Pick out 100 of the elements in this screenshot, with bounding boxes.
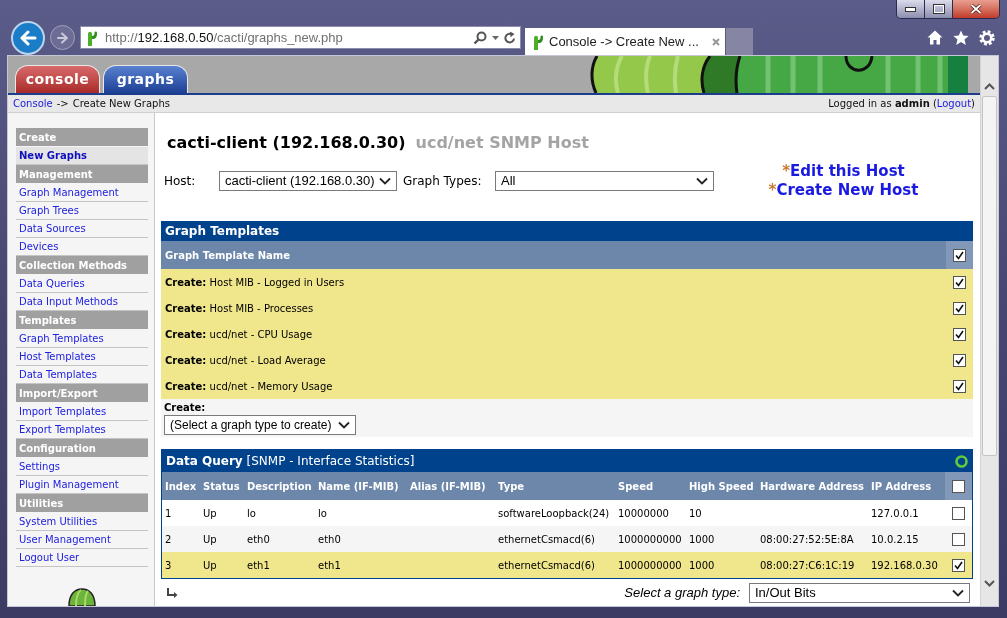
checkbox[interactable] — [953, 327, 966, 341]
host-select[interactable]: cacti-client (192.168.0.30) — [219, 171, 397, 191]
scrollbar-thumb[interactable] — [982, 96, 997, 456]
table-cell-text: Create: Host MIB - Processes — [164, 301, 315, 316]
column-header: Type — [497, 479, 526, 494]
sidebar-link[interactable]: Graph Management — [16, 184, 148, 202]
filter-label: Graph Types: — [402, 173, 483, 190]
table-cell-text: 10.0.2.15 — [870, 532, 920, 547]
minimize-icon — [905, 6, 916, 12]
cactus-icon — [531, 33, 545, 50]
edit-host-link[interactable]: *Edit this Host — [782, 162, 905, 181]
column-header: Status — [202, 479, 241, 494]
header-tab[interactable]: console — [15, 65, 100, 93]
table-cell-text: 1 — [164, 506, 173, 521]
column-header: Description — [246, 479, 313, 494]
table-cell-text: 10000000 — [617, 506, 670, 521]
table-cell-text: 127.0.0.1 — [870, 506, 920, 521]
corner-arrow-icon — [166, 587, 178, 599]
header-tab[interactable]: graphs — [103, 65, 188, 93]
search-icon[interactable] — [473, 30, 487, 45]
close-button[interactable] — [953, 0, 999, 18]
create-host-link[interactable]: *Create New Host — [768, 181, 919, 200]
sidebar-link[interactable]: Data Sources — [16, 220, 148, 238]
table-cell-text: eth0 — [317, 532, 342, 547]
filter-label: Host: — [164, 173, 197, 190]
table-cell-text: 1000000000 — [617, 558, 683, 573]
breadcrumb-current: Create New Graphs — [72, 97, 170, 111]
star-icon[interactable] — [953, 29, 969, 46]
address-field[interactable]: http://192.168.0.50/cacti/graphs_new.php — [80, 26, 521, 49]
host-title: cacti-client (192.168.0.30) — [167, 132, 406, 154]
sidebar-link[interactable]: New Graphs — [16, 147, 148, 165]
home-icon[interactable] — [927, 30, 943, 45]
close-icon — [970, 4, 982, 14]
sidebar-section-header: Utilities — [16, 494, 148, 512]
column-header: Index — [164, 479, 198, 494]
login-status: Logged in as admin (Logout) — [828, 97, 975, 111]
sidebar-section-header: Management — [16, 165, 148, 183]
checkbox[interactable] — [952, 558, 965, 572]
table-cell-text: 2 — [164, 532, 173, 547]
refresh-icon[interactable] — [504, 31, 516, 44]
graph-types-select[interactable]: All — [495, 171, 714, 191]
checkbox[interactable] — [952, 506, 965, 520]
table-cell-text: 1000000000 — [617, 532, 683, 547]
checkbox[interactable] — [953, 379, 966, 393]
column-header: IP Address — [870, 479, 933, 494]
table-cell-text: Create: Host MIB - Logged in Users — [164, 275, 346, 290]
sidebar-link[interactable]: Graph Templates — [16, 330, 148, 348]
table-title-bar: Graph Templates — [161, 221, 973, 241]
ring-icon[interactable] — [955, 454, 968, 468]
sidebar-link[interactable]: Import Templates — [16, 403, 148, 421]
chevron-down-icon — [696, 177, 708, 185]
sidebar-link[interactable]: Data Queries — [16, 275, 148, 293]
sidebar-section-header: Import/Export — [16, 384, 148, 402]
table-cell-text: Up — [202, 532, 218, 547]
caret-down-icon[interactable] — [492, 35, 499, 40]
breadcrumb-link[interactable]: Console — [13, 96, 53, 111]
settings-icon[interactable] — [979, 29, 995, 46]
table-cell-text: Create: ucd/net - Memory Usage — [164, 379, 334, 394]
sidebar-link[interactable]: Host Templates — [16, 348, 148, 366]
sidebar-section-header: Configuration — [16, 439, 148, 457]
column-header: Hardware Address — [759, 479, 866, 494]
table-cell-text: lo — [317, 506, 328, 521]
cactus-drawing — [67, 588, 97, 606]
table-cell-text: Create: ucd/net - CPU Usage — [164, 327, 314, 342]
sidebar-link[interactable]: Logout User — [16, 549, 148, 567]
checkbox[interactable] — [952, 532, 965, 546]
graph-type-select[interactable]: In/Out Bits — [749, 583, 970, 603]
checkbox[interactable] — [953, 275, 966, 289]
sidebar-link[interactable]: Settings — [16, 458, 148, 476]
sidebar-section-header: Collection Methods — [16, 256, 148, 274]
minimize-button[interactable] — [897, 0, 925, 18]
maximize-icon — [932, 4, 945, 14]
maximize-button[interactable] — [925, 0, 953, 18]
arrow-right-icon — [56, 31, 69, 44]
table-cell-text: 08:00:27:52:5E:8A — [759, 532, 855, 547]
checkbox[interactable] — [953, 248, 966, 262]
sidebar-link[interactable]: User Management — [16, 531, 148, 549]
sidebar-link[interactable]: Graph Trees — [16, 202, 148, 220]
forward-button[interactable] — [50, 25, 75, 50]
back-button[interactable] — [11, 20, 45, 55]
sidebar-link[interactable]: System Utilities — [16, 513, 148, 531]
browser-tab[interactable]: Console -> Create New ... — [525, 28, 725, 55]
cactus-icon — [85, 29, 99, 46]
table-cell-text: Up — [202, 506, 218, 521]
close-icon[interactable] — [712, 37, 720, 46]
table-cell-text: 192.168.0.30 — [870, 558, 939, 573]
column-header: Alias (IF-MIB) — [409, 479, 487, 494]
table-cell-text: eth1 — [317, 558, 342, 573]
chevron-down-icon — [984, 580, 995, 587]
checkbox[interactable] — [953, 353, 966, 367]
column-header: Name (IF-MIB) — [317, 479, 400, 494]
checkbox[interactable] — [952, 479, 965, 493]
graph-type-label: Select a graph type: — [624, 584, 740, 603]
checkbox[interactable] — [953, 301, 966, 315]
breadcrumb-separator: -> — [56, 97, 69, 111]
graph-template-select[interactable]: (Select a graph type to create) — [164, 415, 356, 435]
table-cell-text: 1000 — [688, 532, 716, 547]
column-header: Speed — [617, 479, 655, 494]
table-cell-text: ethernetCsmacd(6) — [497, 532, 596, 547]
table-cell-text: 10 — [688, 506, 703, 521]
